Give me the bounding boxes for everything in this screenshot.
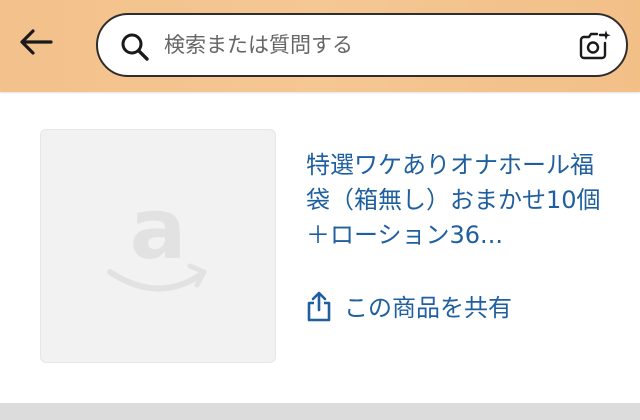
amazon-logo-placeholder: a <box>107 186 207 292</box>
search-bar[interactable] <box>96 13 628 77</box>
camera-plus-icon[interactable] <box>578 29 612 61</box>
product-image[interactable]: a <box>40 129 276 363</box>
search-icon <box>121 33 149 61</box>
arrow-left-icon <box>20 29 53 55</box>
share-icon <box>307 291 331 321</box>
section-divider <box>0 403 640 420</box>
search-input[interactable] <box>164 27 534 63</box>
share-product-button[interactable]: この商品を共有 <box>306 288 512 323</box>
product-title-link[interactable]: 特選ワケありオナホール福袋（箱無し）おまかせ10個＋ローション36... <box>306 148 606 253</box>
back-button[interactable] <box>12 22 60 62</box>
logo-letter: a <box>130 186 187 278</box>
top-header <box>0 0 640 92</box>
share-label: この商品を共有 <box>344 294 512 322</box>
